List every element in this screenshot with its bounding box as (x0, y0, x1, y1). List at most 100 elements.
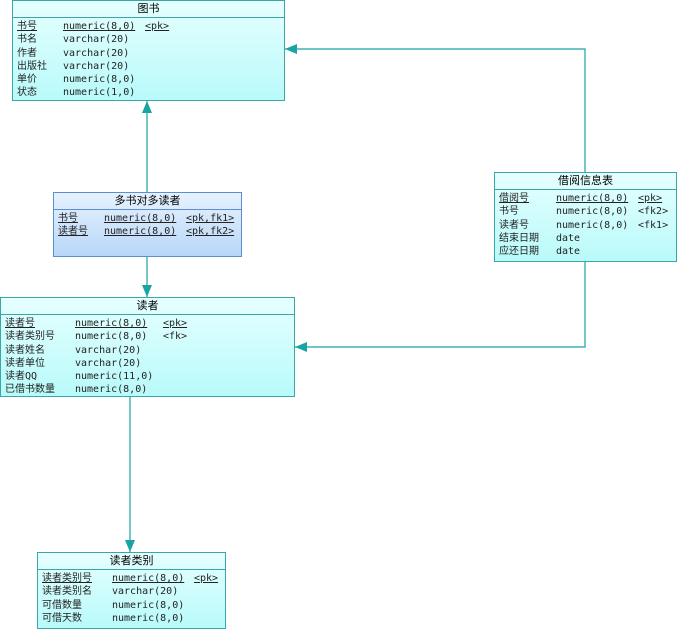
column-name: 可借数量 (42, 599, 82, 611)
column-row[interactable]: 读者QQ numeric(11,0) (5, 370, 294, 383)
column-row[interactable]: 书号 numeric(8,0) <pk,fk1> (58, 212, 241, 225)
column-row[interactable]: 读者姓名 varchar(20) (5, 344, 294, 357)
column-row[interactable]: 应还日期 date (499, 245, 676, 258)
column-row[interactable]: 读者号 numeric(8,0) <pk> (5, 317, 294, 330)
column-constraint: <pk,fk2> (186, 226, 235, 238)
column-constraint: <pk> (163, 318, 188, 329)
column-row[interactable]: 读者类别号 numeric(8,0) <pk> (42, 572, 225, 585)
column-type: varchar(20) (75, 357, 142, 369)
column-row[interactable]: 借阅号 numeric(8,0) <pk> (499, 192, 676, 205)
column-type: numeric(8,0) (556, 219, 629, 231)
column-type: numeric(8,0) (112, 573, 185, 584)
column-type: varchar(20) (63, 60, 130, 72)
column-row[interactable]: 读者类别名 varchar(20) (42, 585, 225, 598)
column-name: 读者类别名 (42, 586, 92, 598)
entity-reader-category[interactable]: 读者类别 读者类别号 numeric(8,0) <pk> 读者类别名 varchar(2… (37, 552, 226, 629)
column-type: numeric(8,0) (63, 21, 136, 32)
column-name: 结束日期 (499, 232, 539, 244)
column-type: numeric(8,0) (75, 318, 148, 329)
column-name: 读者类别号 (42, 573, 92, 584)
arrowhead-icon (125, 540, 135, 552)
link-reader-to-category[interactable] (125, 397, 135, 552)
column-row[interactable]: 书号 numeric(8,0) <pk> (17, 20, 284, 33)
arrowhead-icon (295, 342, 307, 352)
column-type: numeric(8,0) (75, 384, 148, 396)
column-type: varchar(20) (63, 34, 130, 46)
column-list: 书号 numeric(8,0) <pk> 书名 varchar(20) 作者 varchar… (13, 18, 284, 100)
column-name: 读者号 (499, 219, 529, 231)
column-row[interactable]: 出版社 varchar(20) (17, 60, 284, 73)
column-list: 读者类别号 numeric(8,0) <pk> 读者类别名 varchar(20) 可借数… (38, 570, 225, 625)
column-row[interactable]: 已借书数量 numeric(8,0) (5, 383, 294, 396)
column-type: numeric(11,0) (75, 371, 154, 383)
column-constraint: <pk> (194, 573, 219, 584)
column-name: 读者姓名 (5, 344, 45, 356)
column-constraint: <fk2> (638, 206, 669, 218)
entity-book[interactable]: 图书 书号 numeric(8,0) <pk> 书名 varchar(20) 作者 varc… (12, 0, 285, 101)
column-type: numeric(8,0) (104, 213, 177, 224)
column-row[interactable]: 书号 numeric(8,0) <fk2> (499, 205, 676, 218)
arrowhead-icon (285, 44, 297, 54)
entity-title: 图书 (13, 1, 284, 18)
entity-many-to-many[interactable]: 多书对多读者 书号 numeric(8,0) <pk,fk1> 读者号 numeric(… (53, 192, 242, 257)
column-row[interactable]: 读者类别号 numeric(8,0) <fk> (5, 330, 294, 343)
entity-title: 读者类别 (38, 553, 225, 570)
arrowhead-icon (142, 285, 152, 297)
column-type: numeric(8,0) (112, 612, 185, 624)
entity-borrow-info[interactable]: 借阅信息表 借阅号 numeric(8,0) <pk> 书号 numeric(8,0) <… (494, 172, 677, 262)
column-row[interactable]: 读者单位 varchar(20) (5, 357, 294, 370)
diagram-canvas: 图书 书号 numeric(8,0) <pk> 书名 varchar(20) 作者 varc… (0, 0, 678, 630)
link-mtm-to-reader[interactable] (142, 257, 152, 297)
column-name: 状态 (17, 87, 37, 99)
connector-line (285, 48, 586, 172)
column-row[interactable]: 状态 numeric(1,0) (17, 86, 284, 99)
column-name: 借阅号 (499, 193, 529, 204)
column-type: varchar(20) (75, 344, 142, 356)
column-name: 已借书数量 (5, 384, 55, 396)
column-type: numeric(8,0) (556, 193, 629, 204)
entity-title: 读者 (1, 298, 294, 315)
column-constraint: <pk> (638, 193, 663, 204)
column-name: 读者类别号 (5, 331, 55, 343)
column-type: numeric(8,0) (75, 331, 148, 343)
column-name: 读者号 (5, 318, 35, 329)
column-name: 读者号 (58, 226, 88, 238)
column-type: varchar(20) (63, 47, 130, 59)
connector-line (295, 262, 586, 348)
column-type: date (556, 246, 581, 258)
column-type: numeric(8,0) (112, 599, 185, 611)
entity-reader[interactable]: 读者 读者号 numeric(8,0) <pk> 读者类别号 numeric(8,0) <… (0, 297, 295, 397)
column-name: 书号 (17, 21, 37, 32)
column-row[interactable]: 可借天数 numeric(8,0) (42, 612, 225, 625)
column-constraint: <pk,fk1> (186, 213, 235, 224)
entity-title: 借阅信息表 (495, 173, 676, 190)
column-row[interactable]: 读者号 numeric(8,0) <fk1> (499, 219, 676, 232)
column-row[interactable]: 单价 numeric(8,0) (17, 73, 284, 86)
column-name: 应还日期 (499, 246, 539, 258)
column-name: 书号 (499, 206, 519, 218)
column-constraint: <fk> (163, 331, 188, 343)
column-name: 可借天数 (42, 612, 82, 624)
column-type: numeric(8,0) (556, 206, 629, 218)
column-name: 读者QQ (5, 371, 38, 383)
column-type: varchar(20) (112, 586, 179, 598)
column-row[interactable]: 可借数量 numeric(8,0) (42, 599, 225, 612)
column-name: 书号 (58, 213, 78, 224)
column-type: numeric(1,0) (63, 87, 136, 99)
column-constraint: <pk> (145, 21, 170, 32)
column-list: 借阅号 numeric(8,0) <pk> 书号 numeric(8,0) <fk2> 读者… (495, 190, 676, 258)
link-mtm-to-book[interactable] (142, 101, 152, 192)
column-name: 单价 (17, 74, 37, 86)
column-row[interactable]: 作者 varchar(20) (17, 47, 284, 60)
column-name: 书名 (17, 34, 37, 46)
column-row[interactable]: 书名 varchar(20) (17, 33, 284, 46)
column-row[interactable]: 结束日期 date (499, 232, 676, 245)
link-borrow-to-reader[interactable] (295, 262, 586, 352)
link-borrow-to-book[interactable] (285, 44, 586, 172)
column-row[interactable]: 读者号 numeric(8,0) <pk,fk2> (58, 225, 241, 238)
column-constraint: <fk1> (638, 219, 669, 231)
column-type: date (556, 232, 581, 244)
entity-title: 多书对多读者 (54, 193, 241, 210)
column-name: 作者 (17, 47, 37, 59)
column-list: 书号 numeric(8,0) <pk,fk1> 读者号 numeric(8,0) <pk… (54, 210, 241, 239)
